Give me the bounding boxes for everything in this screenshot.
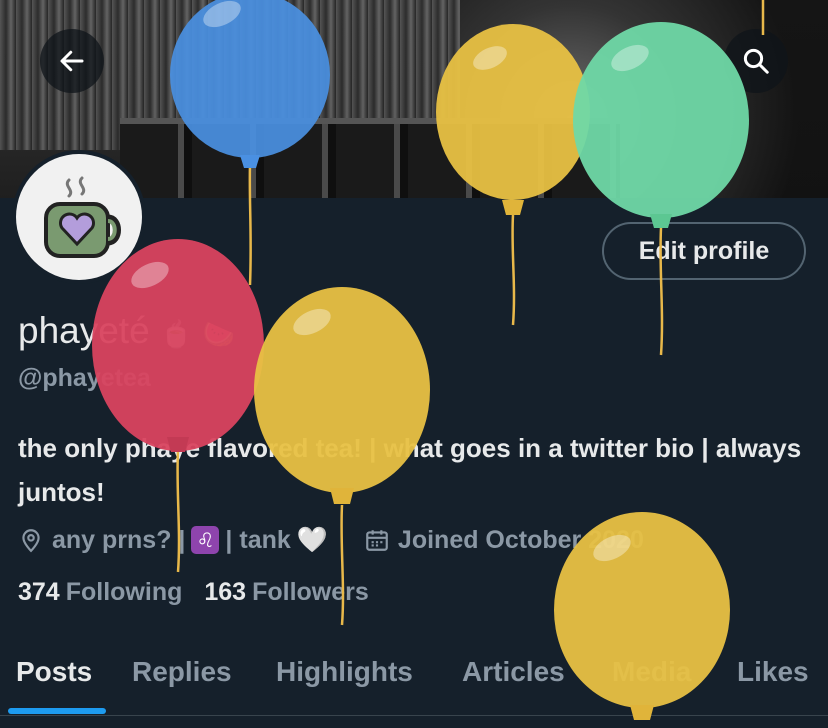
calendar-icon	[364, 527, 390, 553]
banner-seats	[120, 118, 620, 198]
followers-count[interactable]: 163	[204, 578, 246, 607]
display-name-text: phayeté	[18, 310, 150, 351]
display-name: phayeté 🍵 🍉	[18, 310, 235, 352]
tab-replies[interactable]: Replies	[132, 656, 232, 688]
back-button[interactable]	[40, 29, 104, 93]
white-heart-icon: 🤍	[296, 525, 328, 554]
edit-profile-button[interactable]: Edit profile	[602, 222, 806, 280]
avatar[interactable]	[12, 150, 146, 284]
tab-articles[interactable]: Articles	[462, 656, 565, 688]
active-tab-indicator	[8, 708, 106, 714]
watermelon-emoji-icon: 🍉	[202, 319, 235, 349]
location-text: any prns? |	[52, 525, 186, 554]
following-count[interactable]: 374	[18, 578, 60, 607]
tab-likes[interactable]: Likes	[737, 656, 809, 688]
search-button[interactable]	[724, 29, 788, 93]
tea-emoji-icon: 🍵	[159, 319, 193, 349]
bio: the only phaye flavored tea! | what goes…	[18, 433, 802, 507]
leo-sign-icon: ♌	[191, 526, 220, 554]
profile-tabs: Posts Replies Highlights Articles Media …	[0, 648, 828, 718]
followers-label[interactable]: Followers	[252, 578, 369, 607]
search-icon	[743, 48, 769, 74]
location-pin-icon	[18, 527, 44, 553]
following-label[interactable]: Following	[66, 578, 183, 607]
profile-meta: any prns? | ♌ | tank 🤍 Joined October 20…	[18, 520, 644, 560]
joined-date: Joined October 2020	[397, 525, 644, 554]
tea-cup-icon	[44, 176, 121, 258]
handle: @phayetea	[18, 364, 151, 392]
follow-stats: 374 Following 163 Followers	[18, 578, 391, 607]
arrow-left-icon	[60, 50, 84, 72]
tab-posts[interactable]: Posts	[16, 656, 92, 688]
tabs-divider	[0, 715, 828, 716]
tab-highlights[interactable]: Highlights	[276, 656, 413, 688]
location-tail: | tank	[225, 525, 291, 554]
tab-media[interactable]: Media	[612, 656, 691, 688]
